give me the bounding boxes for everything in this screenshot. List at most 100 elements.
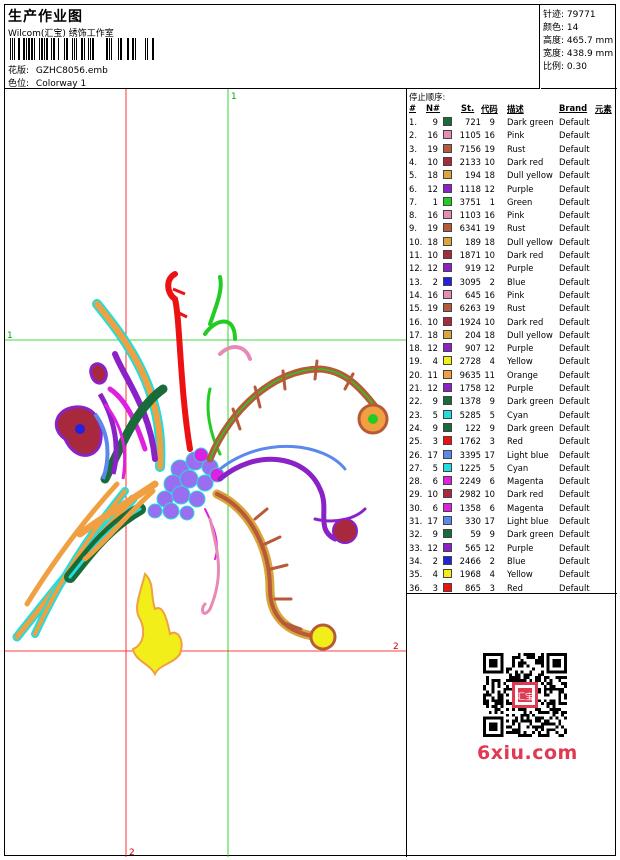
stop-row-desc: Red — [507, 582, 523, 593]
stop-row-brand: Default — [559, 516, 590, 526]
stop-row-brand: Default — [559, 223, 590, 234]
col-header-needle: N# — [426, 103, 441, 113]
stop-row-brand: Default — [559, 462, 590, 473]
stop-row-idx: 27. — [409, 462, 423, 473]
stop-row-desc: Green — [507, 196, 533, 207]
stop-row-code: 19 — [484, 143, 495, 154]
color-swatch — [443, 117, 452, 126]
col-header-element: 元素 — [595, 104, 612, 114]
colorway-name: Colorway 1 — [35, 79, 87, 89]
stop-row-stitches: 122 — [465, 422, 481, 433]
stop-row-stitches: 1968 — [459, 569, 481, 580]
color-swatch — [443, 569, 452, 579]
stop-row-code: 6 — [489, 502, 495, 513]
stop-row-code: 12 — [484, 542, 495, 553]
stop-row-idx: 32. — [409, 529, 423, 540]
stop-row-idx: 14. — [409, 289, 423, 300]
stop-row-needle: 12 — [427, 542, 438, 553]
stop-row-idx: 9. — [409, 223, 417, 234]
stop-row-code: 4 — [489, 569, 495, 580]
stop-row-brand: Default — [559, 289, 590, 300]
stop-row: 10. 18 189 18 Dull yellow Default — [407, 236, 617, 250]
feather-purple-mid — [217, 444, 367, 544]
stop-row-brand: Default — [559, 476, 590, 487]
color-swatch — [443, 383, 452, 392]
stop-row-brand: Default — [559, 582, 590, 593]
colorway-line: 色位: Colorway 1 — [8, 76, 86, 89]
stop-row: 20. 11 9635 11 Orange Default — [407, 369, 617, 383]
color-swatch — [443, 369, 452, 379]
stop-row-desc: Pink — [507, 289, 525, 300]
color-swatch — [443, 156, 452, 166]
stop-row-idx: 24. — [409, 422, 423, 433]
stop-row-needle: 3 — [432, 582, 438, 593]
stop-row-idx: 21. — [409, 383, 423, 393]
stop-row-stitches: 1871 — [459, 250, 481, 260]
header-block: 生产作业图 Wilcom(汇宝) 绣饰工作室 花版: GZHC8056.emb … — [5, 5, 540, 89]
stop-row-desc: Pink — [507, 130, 525, 141]
color-swatch — [443, 582, 452, 592]
stop-row-code: 4 — [489, 356, 495, 367]
stop-row-idx: 36. — [409, 582, 423, 593]
stop-row-desc: Yellow — [507, 569, 533, 580]
stop-row-idx: 23. — [409, 409, 423, 420]
stop-row-stitches: 919 — [465, 263, 481, 274]
stop-row-idx: 33. — [409, 542, 423, 553]
stop-row: 2. 16 1105 16 Pink Default — [407, 130, 617, 143]
stop-row-stitches: 1105 — [459, 130, 481, 141]
stop-row: 18. 12 907 12 Purple Default — [407, 343, 617, 356]
color-swatch — [443, 356, 452, 366]
stop-row-idx: 35. — [409, 569, 423, 580]
stop-row-brand: Default — [559, 489, 590, 500]
color-swatch — [443, 263, 452, 273]
stop-row-needle: 10 — [427, 156, 438, 167]
stop-row-brand: Default — [559, 356, 590, 367]
stop-row-code: 6 — [489, 476, 495, 487]
stop-row-stitches: 1225 — [459, 462, 481, 473]
stop-row: 23. 5 5285 5 Cyan Default — [407, 409, 617, 423]
stop-row-desc: Dark green — [507, 422, 554, 433]
stop-row-desc: Pink — [507, 210, 525, 221]
stop-row-code: 9 — [489, 117, 495, 127]
stop-row-desc: Light blue — [507, 516, 549, 526]
stop-row-idx: 2. — [409, 130, 417, 141]
stop-row-code: 12 — [484, 343, 495, 354]
stop-row-code: 10 — [484, 156, 495, 167]
color-swatch — [443, 343, 452, 353]
stop-row-idx: 18. — [409, 343, 423, 354]
stop-row-brand: Default — [559, 303, 590, 314]
stop-row-needle: 18 — [427, 236, 438, 247]
guide-label-left-1: 1 — [7, 331, 13, 341]
color-swatch — [443, 329, 452, 339]
color-swatch — [443, 250, 452, 259]
stop-row-idx: 26. — [409, 449, 423, 460]
stop-row-stitches: 194 — [465, 170, 481, 181]
guide-label-right-2: 2 — [393, 642, 399, 652]
stop-row-stitches: 330 — [465, 516, 481, 526]
colorway-label: 色位: — [8, 79, 30, 89]
stop-row-desc: Purple — [507, 343, 534, 354]
stop-row: 31. 17 330 17 Light blue Default — [407, 516, 617, 529]
stop-row-brand: Default — [559, 130, 590, 141]
stop-row-code: 16 — [484, 289, 495, 300]
stop-row-brand: Default — [559, 196, 590, 207]
stop-row-needle: 5 — [432, 409, 438, 420]
stop-row-needle: 4 — [432, 569, 438, 580]
stop-row: 3. 19 7156 19 Rust Default — [407, 143, 617, 157]
stop-row-code: 5 — [489, 462, 495, 473]
color-swatch — [443, 476, 452, 486]
color-swatch — [443, 236, 452, 246]
stop-row-desc: Magenta — [507, 476, 544, 487]
stop-row: 19. 4 2728 4 Yellow Default — [407, 356, 617, 369]
sheet-title: 生产作业图 — [8, 9, 83, 25]
stop-row-idx: 10. — [409, 236, 423, 247]
stop-row-needle: 10 — [427, 316, 438, 327]
color-swatch — [443, 130, 452, 140]
stop-row-brand: Default — [559, 436, 590, 447]
feather-rust-upper — [206, 359, 389, 463]
stop-row: 29. 10 2982 10 Dark red Default — [407, 489, 617, 502]
stop-row-brand: Default — [559, 555, 590, 566]
stop-row-needle: 4 — [432, 356, 438, 367]
guide-label-bottom-2: 2 — [129, 848, 135, 857]
stop-row-code: 5 — [489, 409, 495, 420]
